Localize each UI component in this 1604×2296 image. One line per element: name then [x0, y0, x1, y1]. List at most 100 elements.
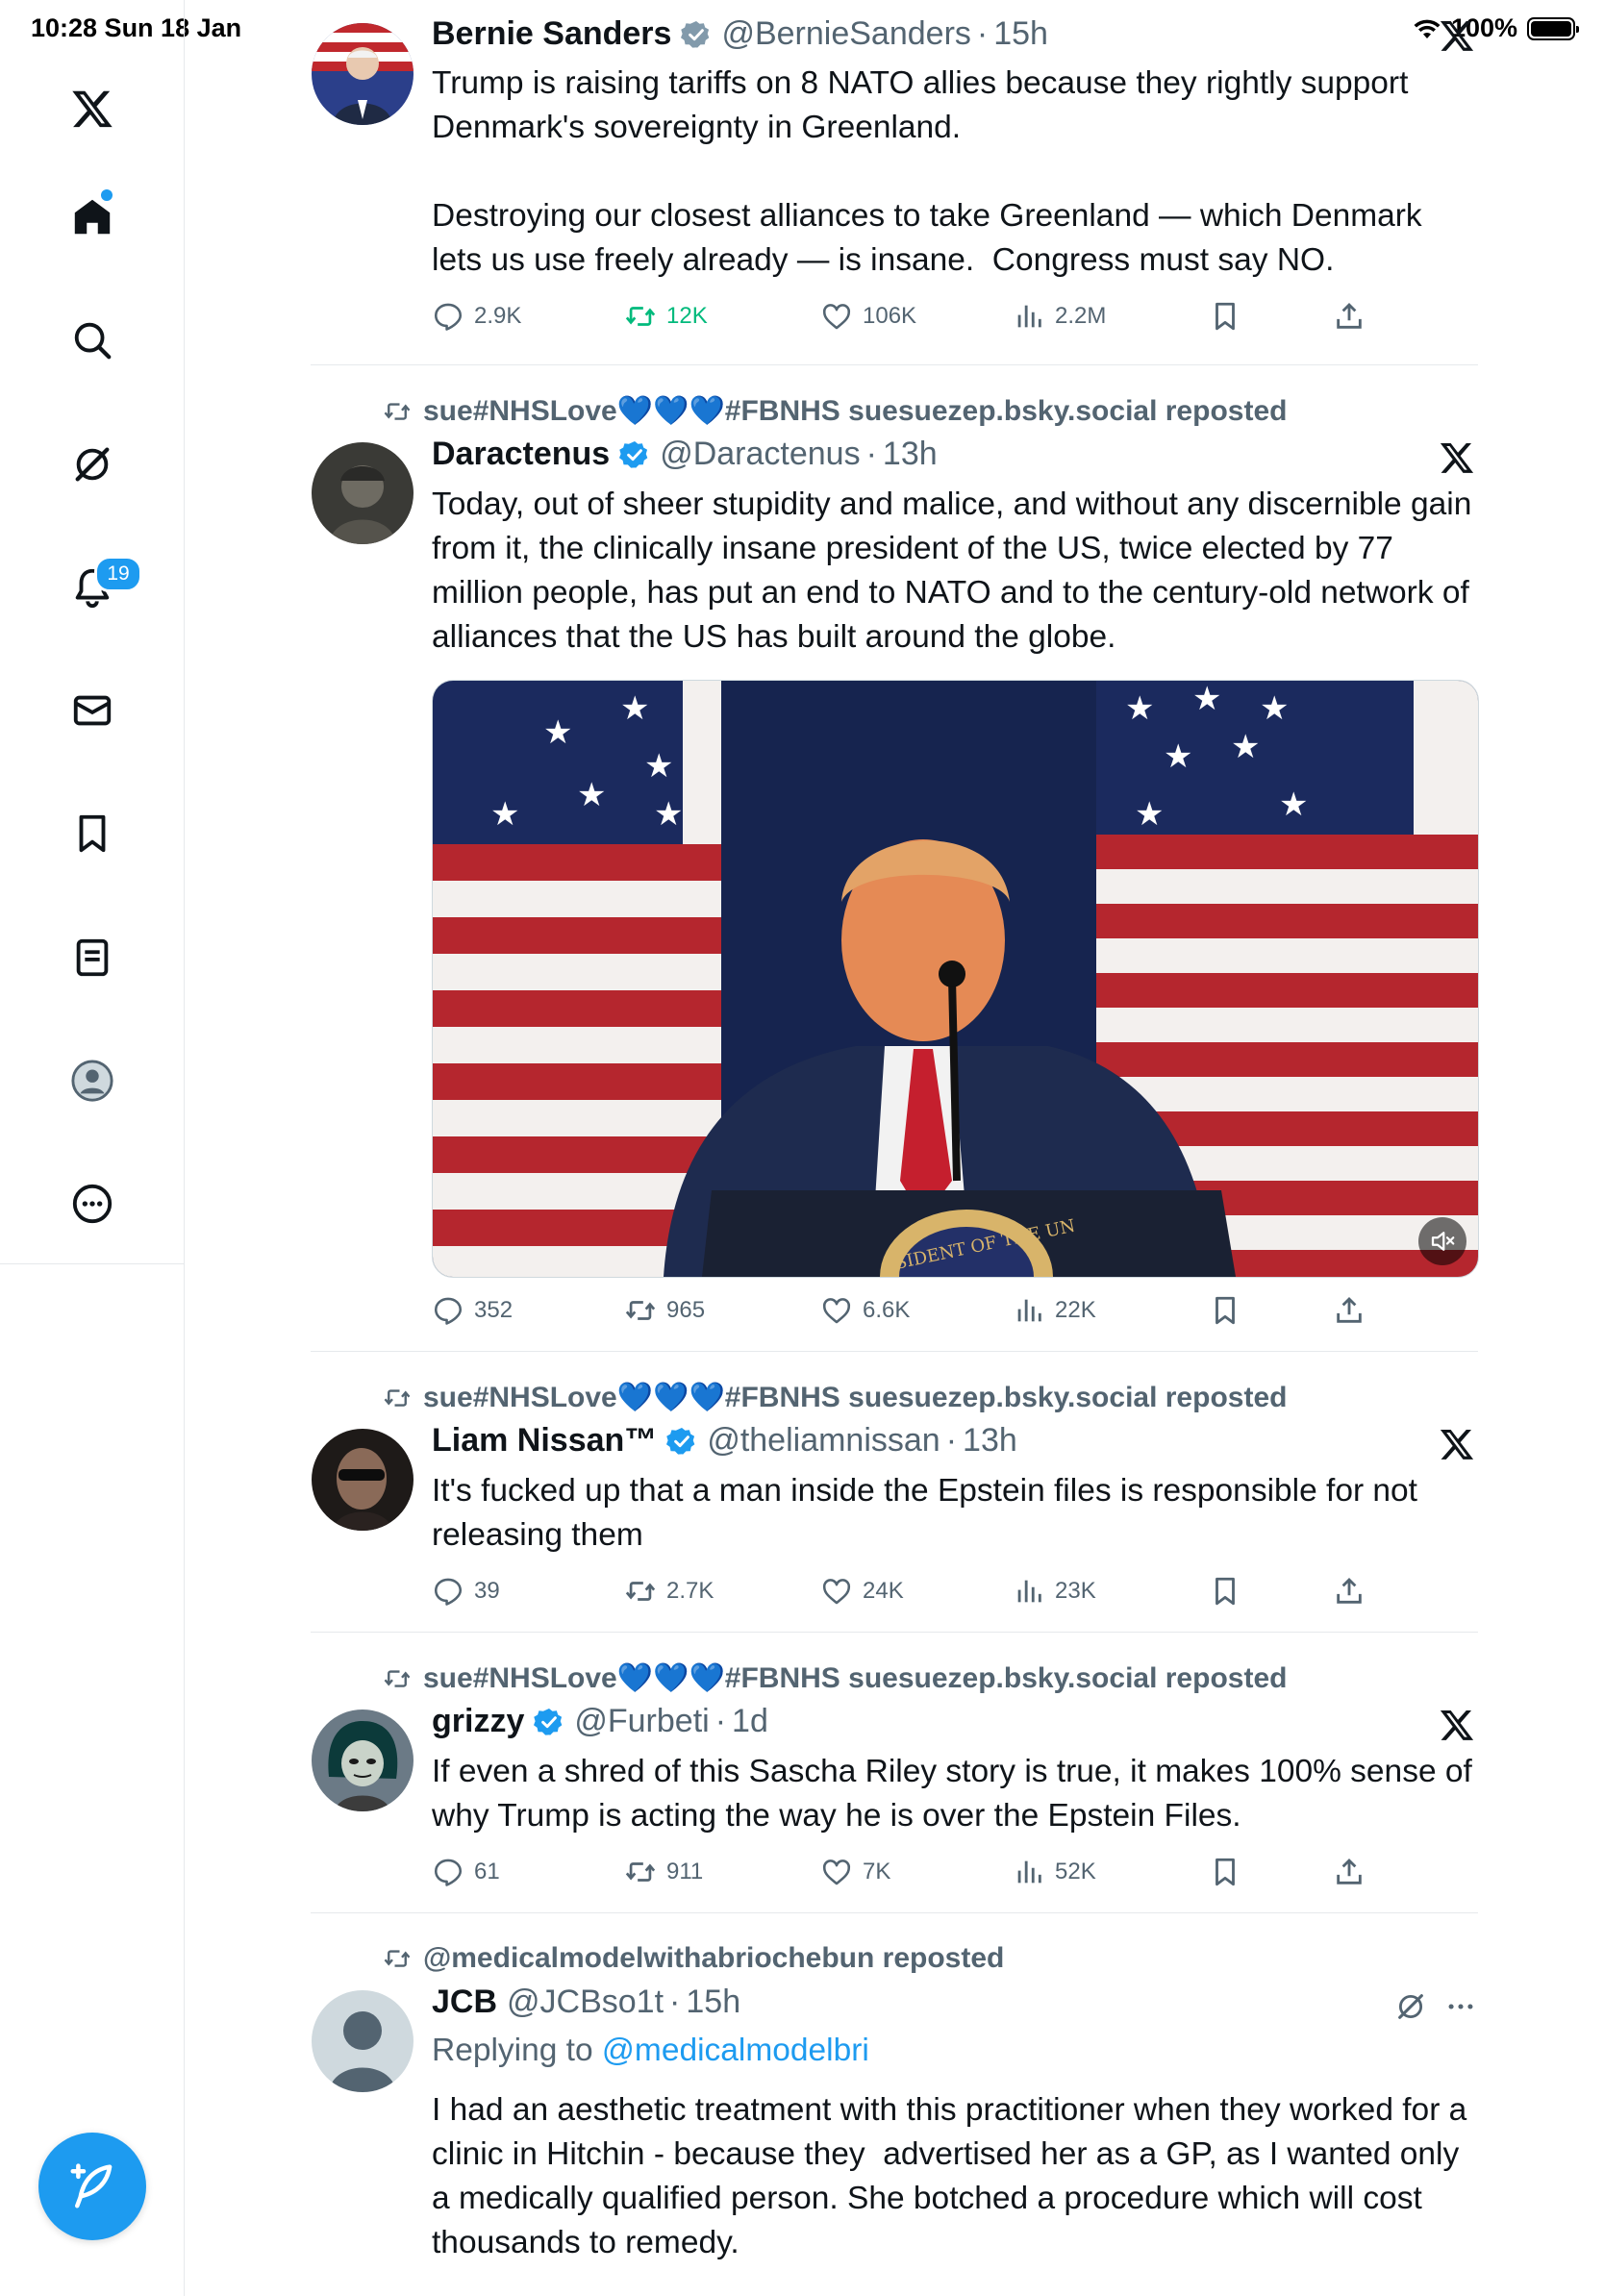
post-time[interactable]: 1d [732, 1703, 768, 1740]
bookmark-icon [1209, 1575, 1241, 1608]
svg-text:★: ★ [543, 713, 572, 752]
repost-button[interactable]: 2.7K [624, 1575, 714, 1608]
post-header: grizzy @Furbeti · 1d [432, 1703, 768, 1740]
repost-button[interactable]: 965 [624, 1294, 705, 1327]
grok-icon[interactable] [1394, 1990, 1427, 2023]
avatar[interactable] [312, 23, 414, 125]
x-logo-icon [1439, 1426, 1475, 1462]
views-count: 2.2M [1055, 303, 1107, 329]
repost-button[interactable]: 12K [624, 300, 708, 333]
more-options-icon[interactable] [1444, 1990, 1477, 2023]
views-icon [1013, 1294, 1045, 1327]
battery-icon [1527, 16, 1579, 40]
avatar[interactable] [312, 1710, 414, 1811]
post-divider [311, 1912, 1478, 1913]
mute-icon [1431, 1232, 1455, 1251]
bookmarks-icon[interactable] [63, 804, 122, 863]
share-button[interactable] [1333, 1575, 1366, 1608]
bookmark-icon [1209, 300, 1241, 333]
like-button[interactable]: 6.6K [820, 1294, 910, 1327]
avatar[interactable] [312, 1990, 414, 2092]
post-text: I had an aesthetic treatment with this p… [432, 2092, 1476, 2260]
share-button[interactable] [1333, 1294, 1366, 1327]
notifications-badge: 19 [94, 556, 142, 592]
reply-button[interactable]: 61 [432, 1856, 500, 1888]
reply-button[interactable]: 352 [432, 1294, 513, 1327]
share-button[interactable] [1333, 300, 1366, 333]
reply-button[interactable]: 2.9K [432, 300, 521, 333]
repost-context-text[interactable]: sue#NHSLove💙💙💙#FBNHS suesuezep.bsky.soci… [423, 1661, 1287, 1695]
video-frame: ★★★★★ ★ ★ ★ ★★ ★★★ SIDENT OF THE UN [433, 681, 1478, 1277]
post-time[interactable]: 15h [686, 1984, 740, 2021]
repost-context-text[interactable]: @medicalmodelwithabriochebun reposted [423, 1942, 1004, 1975]
post-actions: 61 911 7K 52K [432, 1856, 1480, 1894]
messages-icon[interactable] [63, 681, 122, 740]
post-time[interactable]: 15h [993, 15, 1048, 53]
mute-button[interactable] [1418, 1217, 1466, 1265]
like-button[interactable]: 106K [820, 300, 916, 333]
like-count: 24K [863, 1578, 904, 1604]
profile-avatar-icon[interactable] [63, 1051, 122, 1111]
post-text: It's fucked up that a man inside the Eps… [432, 1473, 1427, 1553]
bookmark-button[interactable] [1209, 300, 1241, 333]
author-name[interactable]: Bernie Sanders [432, 15, 671, 53]
avatar[interactable] [312, 1429, 414, 1531]
views-button[interactable]: 23K [1013, 1575, 1096, 1608]
post-time[interactable]: 13h [963, 1422, 1017, 1460]
repost-icon [624, 1294, 657, 1327]
bookmark-button[interactable] [1209, 1294, 1241, 1327]
repost-count: 2.7K [666, 1578, 714, 1604]
post-header: Daractenus @Daractenus · 13h [432, 436, 938, 473]
author-name[interactable]: JCB [432, 1984, 497, 2021]
like-button[interactable]: 24K [820, 1575, 904, 1608]
repost-context-text[interactable]: sue#NHSLove💙💙💙#FBNHS suesuezep.bsky.soci… [423, 394, 1287, 428]
replying-to-prefix: Replying to [432, 2033, 602, 2068]
like-count: 7K [863, 1859, 891, 1884]
replying-to-handle[interactable]: @medicalmodelbri [602, 2033, 869, 2068]
views-button[interactable]: 2.2M [1013, 300, 1106, 333]
repost-context: @medicalmodelwithabriochebun reposted [383, 1942, 1004, 1975]
post-video[interactable]: ★ ★ ★ ★ ★ ★ ★ ★ ★ ★ ★ ★ ★ SIDENT OF THE … [432, 680, 1479, 1278]
views-button[interactable]: 22K [1013, 1294, 1096, 1327]
post-header: Liam Nissan™ @theliamnissan · 13h [432, 1422, 1017, 1460]
repost-count: 965 [666, 1297, 706, 1323]
compose-post-button[interactable] [38, 2133, 146, 2240]
author-handle[interactable]: @JCBso1t [507, 1984, 664, 2021]
author-name[interactable]: Liam Nissan™ [432, 1422, 657, 1460]
bookmark-button[interactable] [1209, 1575, 1241, 1608]
author-handle[interactable]: @Furbeti [574, 1703, 709, 1740]
grok-icon[interactable] [63, 435, 122, 494]
repost-icon [624, 1575, 657, 1608]
x-logo-icon [1439, 17, 1475, 54]
repost-icon [383, 1384, 412, 1412]
wifi-icon [1414, 19, 1441, 38]
home-icon[interactable] [63, 187, 122, 247]
views-icon [1013, 1575, 1045, 1608]
share-button[interactable] [1333, 1856, 1366, 1888]
reply-count: 39 [474, 1578, 500, 1604]
bookmark-button[interactable] [1209, 1856, 1241, 1888]
post-time[interactable]: 13h [883, 436, 938, 473]
reply-count: 352 [474, 1297, 514, 1323]
repost-button[interactable]: 911 [624, 1856, 703, 1888]
svg-text:★: ★ [1260, 689, 1289, 728]
x-logo-icon[interactable] [63, 79, 122, 138]
avatar[interactable] [312, 442, 414, 544]
author-name[interactable]: Daractenus [432, 436, 610, 473]
more-icon[interactable] [63, 1174, 122, 1234]
views-button[interactable]: 52K [1013, 1856, 1096, 1888]
svg-text:★: ★ [620, 689, 649, 728]
reply-button[interactable]: 39 [432, 1575, 500, 1608]
reply-icon [432, 1856, 464, 1888]
author-handle[interactable]: @Daractenus [660, 436, 860, 473]
verified-blue-icon [619, 439, 650, 470]
author-name[interactable]: grizzy [432, 1703, 524, 1740]
search-icon[interactable] [63, 311, 122, 370]
repost-context-text[interactable]: sue#NHSLove💙💙💙#FBNHS suesuezep.bsky.soci… [423, 1381, 1287, 1414]
lists-icon[interactable] [63, 928, 122, 987]
repost-context: sue#NHSLove💙💙💙#FBNHS suesuezep.bsky.soci… [383, 1381, 1287, 1414]
svg-text:★: ★ [1231, 728, 1260, 766]
author-handle[interactable]: @theliamnissan [707, 1422, 940, 1460]
author-handle[interactable]: @BernieSanders [721, 15, 970, 53]
like-button[interactable]: 7K [820, 1856, 890, 1888]
